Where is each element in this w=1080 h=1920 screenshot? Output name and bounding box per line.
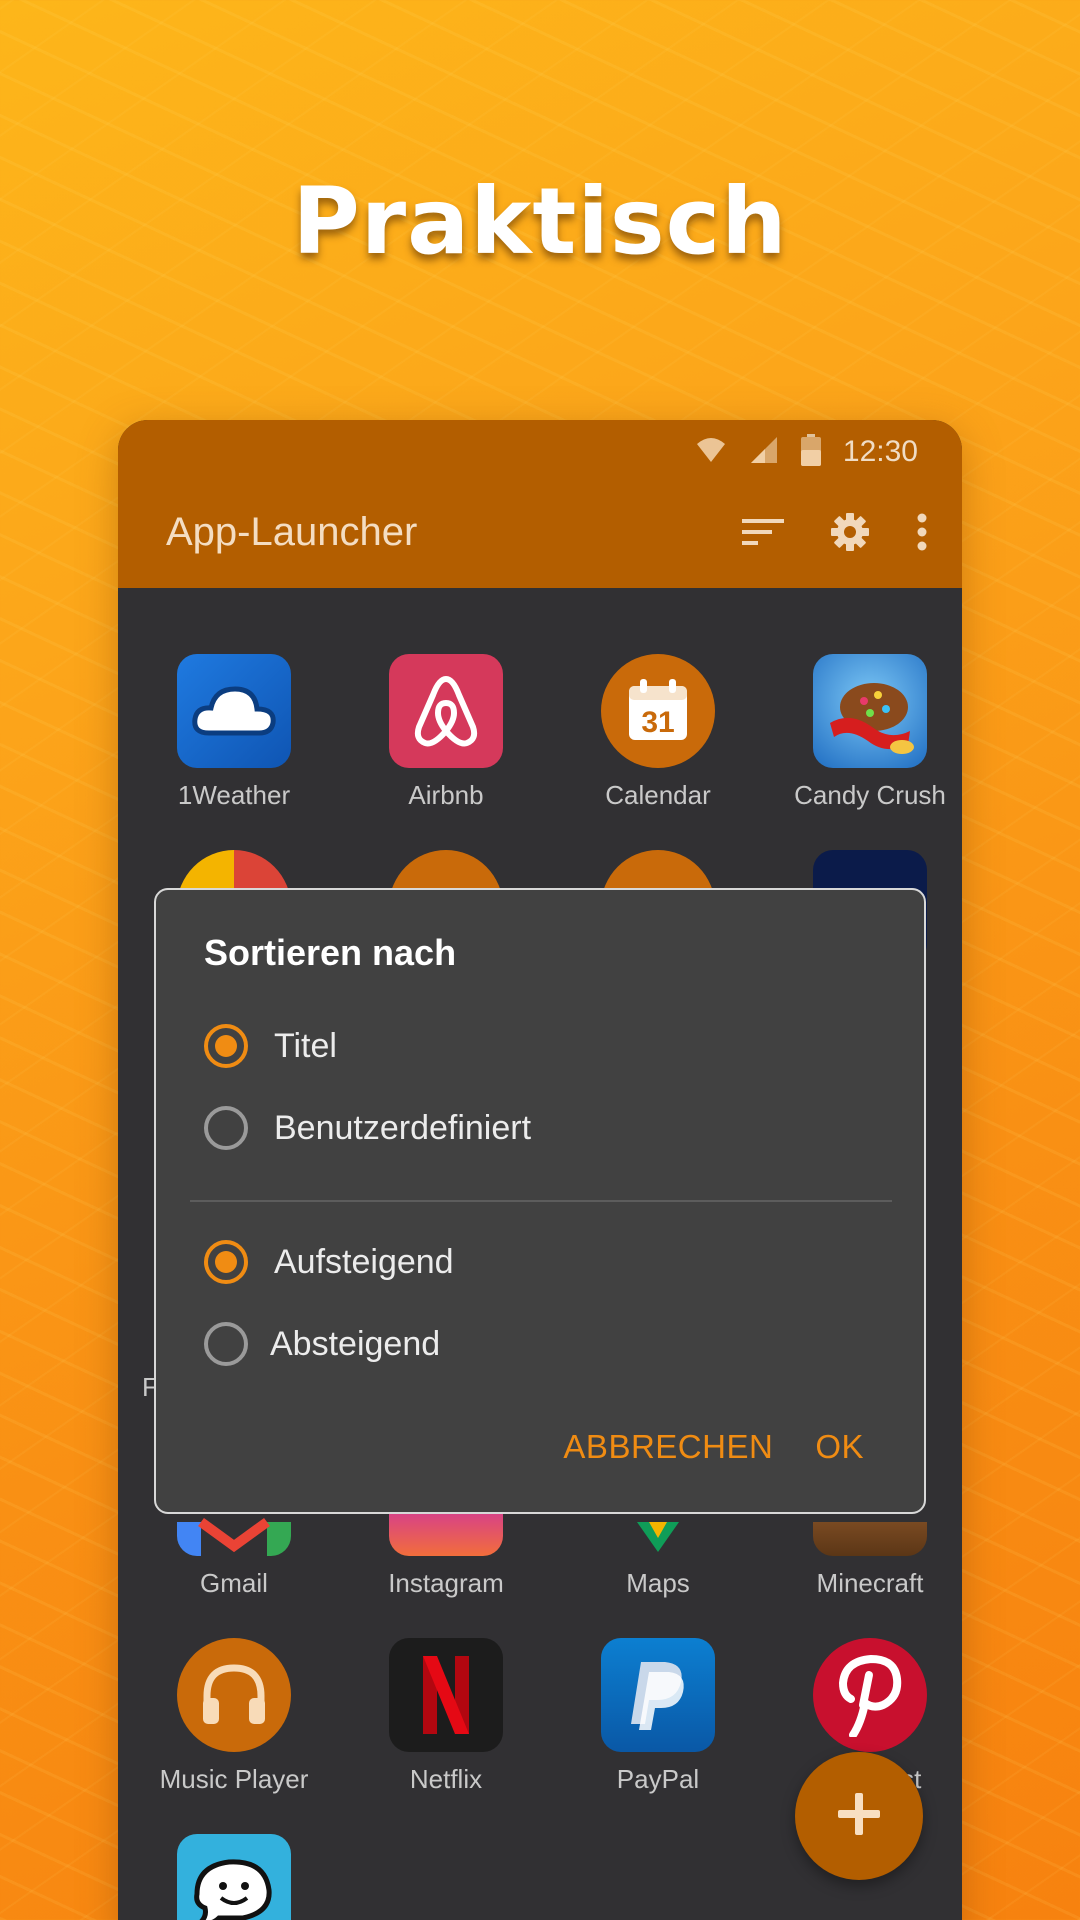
radio-option-absteigend[interactable]: Absteigend xyxy=(204,1322,440,1366)
sort-dialog: Sortieren nach Titel Benutzerdefiniert A… xyxy=(154,888,926,1514)
radio-unselected-icon[interactable] xyxy=(204,1106,248,1150)
cancel-button[interactable]: ABBRECHEN xyxy=(563,1428,773,1466)
radio-option-aufsteigend[interactable]: Aufsteigend xyxy=(204,1240,454,1284)
option-label: Absteigend xyxy=(270,1324,441,1363)
radio-option-benutzerdefiniert[interactable]: Benutzerdefiniert xyxy=(204,1106,531,1150)
ok-button[interactable]: OK xyxy=(815,1428,864,1466)
plus-icon xyxy=(836,1791,882,1841)
dialog-title: Sortieren nach xyxy=(204,932,457,973)
radio-selected-icon[interactable] xyxy=(204,1024,248,1068)
option-label: Benutzerdefiniert xyxy=(274,1108,532,1147)
option-label: Titel xyxy=(274,1026,337,1065)
radio-option-titel[interactable]: Titel xyxy=(204,1024,337,1068)
option-label: Aufsteigend xyxy=(274,1242,454,1281)
add-fab-button[interactable] xyxy=(795,1752,923,1880)
dialog-actions: ABBRECHEN OK xyxy=(563,1428,864,1466)
dialog-divider xyxy=(190,1200,892,1202)
radio-unselected-icon[interactable] xyxy=(204,1322,248,1366)
radio-selected-icon[interactable] xyxy=(204,1240,248,1284)
